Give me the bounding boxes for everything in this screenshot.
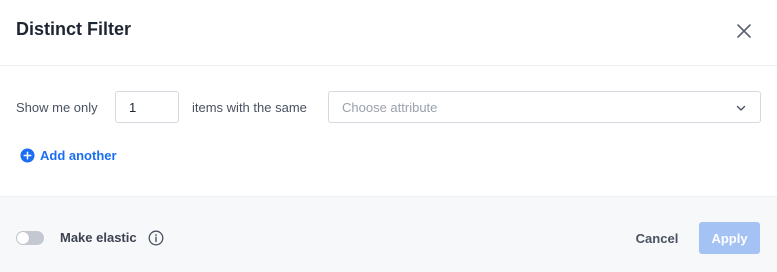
distinct-filter-dialog: Distinct Filter Show me only items with …: [0, 0, 777, 272]
dialog-title: Distinct Filter: [16, 19, 132, 39]
make-elastic-toggle[interactable]: [16, 231, 44, 245]
dialog-footer: Make elastic Cancel Apply: [0, 196, 777, 272]
attribute-select[interactable]: Choose attribute: [328, 91, 761, 123]
chevron-down-icon: [736, 105, 746, 111]
add-another-label: Add another: [40, 147, 117, 163]
toggle-knob: [17, 232, 29, 244]
items-with-same-label: items with the same: [192, 100, 307, 115]
plus-circle-icon: [20, 147, 35, 163]
dialog-header: Distinct Filter: [0, 0, 777, 66]
dialog-body: Show me only items with the same Choose …: [0, 67, 777, 196]
show-me-only-label: Show me only: [16, 100, 98, 115]
make-elastic-label: Make elastic: [60, 230, 137, 245]
attribute-placeholder: Choose attribute: [342, 100, 438, 115]
close-button[interactable]: [734, 21, 754, 41]
info-icon[interactable]: [148, 230, 164, 246]
close-icon: [737, 24, 751, 38]
cancel-button[interactable]: Cancel: [628, 221, 686, 255]
apply-button[interactable]: Apply: [699, 222, 760, 254]
add-another-button[interactable]: Add another: [20, 146, 117, 164]
item-count-input[interactable]: [115, 91, 179, 123]
